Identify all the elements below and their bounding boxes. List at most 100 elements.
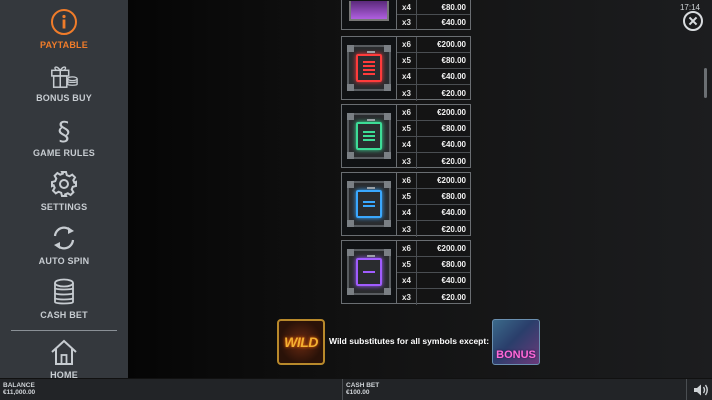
gear-icon xyxy=(49,169,79,199)
payout-value: €80.00 xyxy=(441,2,466,12)
sidebar-item-game-rules[interactable]: § GAME RULES xyxy=(0,115,128,165)
wild-description: Wild substitutes for all symbols except: xyxy=(329,336,490,346)
payout-line: x5 €80.00 xyxy=(397,121,470,137)
symbol-count: x4 xyxy=(397,205,417,220)
sidebar-menu: PAYTABLE BONUS BUY § GAME RULES SETTINGS… xyxy=(0,0,128,378)
bonus-symbol-label: BONUS xyxy=(496,349,536,361)
sidebar-item-label: PAYTABLE xyxy=(40,40,88,50)
payout-line: x4 €40.00 xyxy=(397,69,470,85)
payout-table: x6 €200.00 x5 €80.00 x4 €40.00 x3 €20.00 xyxy=(397,36,471,101)
symbol-count: x3 xyxy=(397,15,417,30)
symbol-cell xyxy=(341,172,397,236)
game-window: PAYTABLE BONUS BUY § GAME RULES SETTINGS… xyxy=(0,0,712,400)
payout-line: x4 €40.00 xyxy=(397,205,470,221)
bottom-divider xyxy=(342,379,343,400)
symbol-count: x5 xyxy=(397,121,417,136)
bottom-bar: BALANCE €11,000.00 CASH BET €100.00 xyxy=(0,378,712,400)
coin-stack-icon xyxy=(49,277,79,307)
sidebar-item-auto-spin[interactable]: AUTO SPIN xyxy=(0,223,128,273)
sidebar-divider xyxy=(11,330,117,331)
paytable-row-purple: x6 €200.00 x5 €80.00 x4 €40.00 x3 €20.00 xyxy=(341,240,471,305)
wild-symbol-label: WILD xyxy=(284,334,318,350)
sidebar-item-paytable[interactable]: PAYTABLE xyxy=(0,7,128,57)
payout-line: x6 €200.00 xyxy=(397,37,470,53)
home-icon xyxy=(49,337,79,367)
scrollbar-thumb[interactable] xyxy=(704,68,707,98)
payout-line: x3 €20.00 xyxy=(397,221,470,237)
symbol-cell xyxy=(341,0,397,30)
payout-line: x5 €80.00 xyxy=(397,53,470,69)
sidebar-item-home[interactable]: HOME xyxy=(0,337,128,378)
payout-value: €20.00 xyxy=(441,292,466,302)
payout-value: €80.00 xyxy=(441,56,466,65)
gift-coins-icon xyxy=(49,60,79,90)
symbol-cell xyxy=(341,240,397,304)
cash-bet-label: CASH BET xyxy=(346,382,380,389)
payout-line: x4 €40.00 xyxy=(397,273,470,289)
payout-value: €200.00 xyxy=(437,108,466,117)
wild-symbol-icon: WILD xyxy=(277,319,325,365)
payout-line: x3 €20.00 xyxy=(397,153,470,169)
payout-table: x4 €80.00 x3 €40.00 xyxy=(397,0,471,30)
wild-info: WILD Wild substitutes for all symbols ex… xyxy=(277,319,541,367)
payout-value: €20.00 xyxy=(441,88,466,98)
symbol-count: x3 xyxy=(397,221,417,237)
bottom-divider xyxy=(686,379,687,400)
sidebar-item-label: BONUS BUY xyxy=(36,93,92,103)
symbol-cell xyxy=(341,104,397,168)
cash-bet-display: CASH BET €100.00 xyxy=(346,382,379,396)
close-button[interactable] xyxy=(683,11,703,31)
speaker-icon xyxy=(694,384,708,396)
payout-value: €40.00 xyxy=(441,208,466,217)
symbol-count: x6 xyxy=(397,241,417,256)
balance-value: €11,000.00 xyxy=(3,389,36,396)
payout-value: €80.00 xyxy=(441,260,466,269)
payout-value: €40.00 xyxy=(441,18,466,27)
payout-line: x4 €40.00 xyxy=(397,137,470,153)
green-symbol-icon xyxy=(347,113,391,159)
sidebar-item-settings[interactable]: SETTINGS xyxy=(0,169,128,219)
payout-value: €80.00 xyxy=(441,124,466,133)
symbol-count: x4 xyxy=(397,137,417,152)
symbol-count: x5 xyxy=(397,257,417,272)
payout-line: x6 €200.00 xyxy=(397,105,470,121)
symbol-count: x6 xyxy=(397,105,417,120)
payout-value: €20.00 xyxy=(441,224,466,234)
payout-line: x6 €200.00 xyxy=(397,241,470,257)
payout-table: x6 €200.00 x5 €80.00 x4 €40.00 x3 €20.00 xyxy=(397,240,471,305)
purple-symbol-icon xyxy=(347,249,391,295)
paytable-row-green: x6 €200.00 x5 €80.00 x4 €40.00 x3 €20.00 xyxy=(341,104,471,169)
symbol-count: x6 xyxy=(397,37,417,52)
red-symbol-icon xyxy=(347,45,391,91)
refresh-icon xyxy=(49,223,79,253)
payout-line: x4 €80.00 xyxy=(397,0,470,15)
sidebar-item-label: SETTINGS xyxy=(40,202,88,212)
payout-value: €200.00 xyxy=(437,244,466,253)
balance-label: BALANCE xyxy=(3,382,35,389)
payout-value: €40.00 xyxy=(441,276,466,285)
paytable-row-blue: x6 €200.00 x5 €80.00 x4 €40.00 x3 €20.00 xyxy=(341,172,471,237)
payout-line: x3 €20.00 xyxy=(397,85,470,101)
sound-toggle-button[interactable] xyxy=(692,381,710,399)
payout-line: x6 €200.00 xyxy=(397,173,470,189)
payout-table: x6 €200.00 x5 €80.00 x4 €40.00 x3 €20.00 xyxy=(397,172,471,237)
section-sign-icon: § xyxy=(49,115,79,145)
symbol-cell xyxy=(341,36,397,100)
symbol-count: x3 xyxy=(397,85,417,101)
bonus-symbol-icon: BONUS xyxy=(492,319,540,365)
sidebar-item-label: GAME RULES xyxy=(32,148,95,158)
sidebar-item-label: HOME xyxy=(50,370,78,378)
sidebar-item-cash-bet[interactable]: CASH BET xyxy=(0,277,128,327)
symbol-count: x5 xyxy=(397,53,417,68)
symbol-count: x3 xyxy=(397,289,417,305)
symbol-count: x6 xyxy=(397,173,417,188)
payout-value: €20.00 xyxy=(441,156,466,166)
sidebar-item-label: CASH BET xyxy=(40,310,88,320)
symbol-count: x5 xyxy=(397,189,417,204)
blue-symbol-icon xyxy=(347,181,391,227)
balance-display: BALANCE €11,000.00 xyxy=(3,382,35,396)
payout-value: €80.00 xyxy=(441,192,466,201)
svg-text:§: § xyxy=(58,117,71,145)
sidebar-item-bonus-buy[interactable]: BONUS BUY xyxy=(0,60,128,110)
payout-value: €40.00 xyxy=(441,72,466,81)
